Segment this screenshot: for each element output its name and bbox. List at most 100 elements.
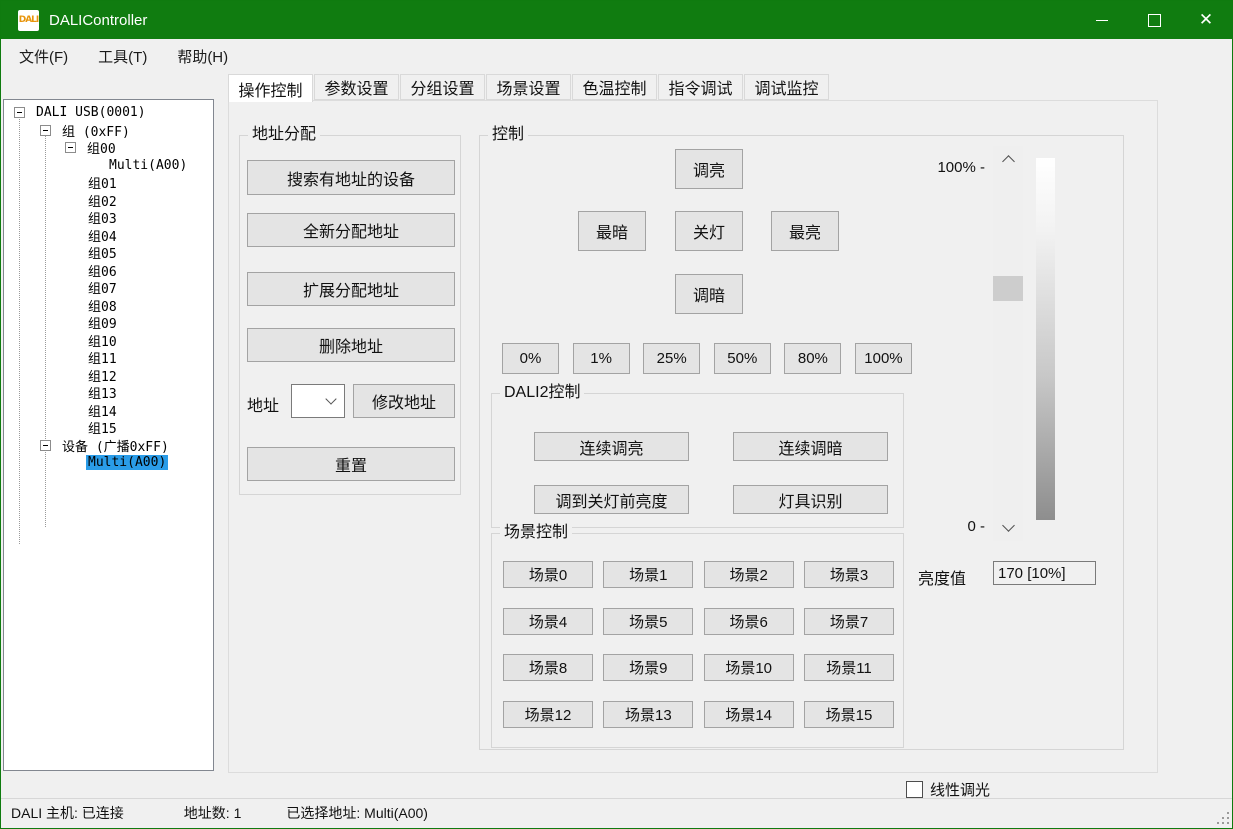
tree-item-group04[interactable]: 组04 [4,227,213,245]
collapse-icon[interactable] [14,107,25,118]
tree-item-label[interactable]: 组00 [85,138,118,157]
collapse-icon[interactable] [65,142,76,153]
tab-scene-settings[interactable]: 场景设置 [486,74,571,100]
scene-10-button[interactable]: 场景10 [704,654,794,681]
tree-item-dali-usb[interactable]: DALI USB(0001) [4,104,213,122]
brightest-button[interactable]: 最亮 [771,211,839,251]
brightness-scrollbar[interactable] [993,146,1023,541]
continuous-brighten-button[interactable]: 连续调亮 [534,432,689,461]
scroll-up-button[interactable] [993,146,1023,173]
tree-item-devices-broadcast[interactable]: 设备 (广播0xFF) [4,437,213,455]
tree-item-group09[interactable]: 组09 [4,314,213,332]
tree-item-label[interactable]: 设备 (广播0xFF) [60,436,171,455]
delete-address-button[interactable]: 删除地址 [247,328,455,362]
collapse-icon[interactable] [40,125,51,136]
maximize-button[interactable] [1128,1,1180,39]
menu-file[interactable]: 文件(F) [7,40,80,73]
menu-tools[interactable]: 工具(T) [86,40,159,73]
scene-15-button[interactable]: 场景15 [804,701,894,728]
tree-item-group13[interactable]: 组13 [4,384,213,402]
tree-item-group11[interactable]: 组11 [4,349,213,367]
scene-14-button[interactable]: 场景14 [704,701,794,728]
search-addressed-devices-button[interactable]: 搜索有地址的设备 [247,160,455,195]
scene-3-button[interactable]: 场景3 [804,561,894,588]
tree-item-group-root[interactable]: 组 (0xFF) [4,122,213,140]
tree-item-group12[interactable]: 组12 [4,367,213,385]
tree-item-label[interactable]: 组02 [86,191,119,210]
close-button[interactable]: ✕ [1180,1,1232,39]
percent-1-button[interactable]: 1% [573,343,630,374]
minimize-button[interactable] [1076,1,1128,39]
scene-6-button[interactable]: 场景6 [704,608,794,635]
recall-last-level-button[interactable]: 调到关灯前亮度 [534,485,689,514]
address-combobox[interactable] [291,384,345,418]
tree-item-label[interactable]: 组15 [86,418,119,437]
scene-1-button[interactable]: 场景1 [603,561,693,588]
tree-item-label[interactable]: 组05 [86,243,119,262]
tree-item-label[interactable]: 组07 [86,278,119,297]
tree-item-group00[interactable]: 组00 [4,139,213,157]
tree-item-label[interactable]: 组04 [86,226,119,245]
lamp-off-button[interactable]: 关灯 [675,211,743,251]
tree-item-label[interactable]: 组14 [86,401,119,420]
tab-color-temp-control[interactable]: 色温控制 [572,74,657,100]
tab-grouping-settings[interactable]: 分组设置 [400,74,485,100]
tree-item-multi-a00[interactable]: Multi(A00) [4,157,213,175]
tree-item-label[interactable]: Multi(A00) [107,158,189,173]
tree-item-label[interactable]: 组08 [86,296,119,315]
modify-address-button[interactable]: 修改地址 [353,384,455,418]
scrollbar-thumb[interactable] [993,276,1023,301]
tree-item-group14[interactable]: 组14 [4,402,213,420]
percent-0-button[interactable]: 0% [502,343,559,374]
tree-item-label[interactable]: Multi(A00) [86,455,168,470]
scene-5-button[interactable]: 场景5 [603,608,693,635]
brightness-value-field[interactable]: 170 [10%] [993,561,1096,585]
tree-item-label[interactable]: DALI USB(0001) [34,105,148,120]
tree-item-group07[interactable]: 组07 [4,279,213,297]
percent-80-button[interactable]: 80% [784,343,841,374]
tab-parameter-settings[interactable]: 参数设置 [314,74,399,100]
dim-button[interactable]: 调暗 [675,274,743,314]
tree-item-group15[interactable]: 组15 [4,419,213,437]
tree-item-group01[interactable]: 组01 [4,174,213,192]
luminaire-identify-button[interactable]: 灯具识别 [733,485,888,514]
tree-item-label[interactable]: 组13 [86,383,119,402]
scene-7-button[interactable]: 场景7 [804,608,894,635]
scene-13-button[interactable]: 场景13 [603,701,693,728]
tree-item-group10[interactable]: 组10 [4,332,213,350]
tree-item-group06[interactable]: 组06 [4,262,213,280]
tree-item-multi-a00-selected[interactable]: Multi(A00) [4,454,213,472]
scene-11-button[interactable]: 场景11 [804,654,894,681]
tree-item-label[interactable]: 组11 [86,348,119,367]
resize-grip[interactable] [1217,812,1229,824]
tab-operation-control[interactable]: 操作控制 [228,74,313,102]
extend-assign-addresses-button[interactable]: 扩展分配地址 [247,272,455,306]
scene-9-button[interactable]: 场景9 [603,654,693,681]
brighten-button[interactable]: 调亮 [675,149,743,189]
tree-item-group05[interactable]: 组05 [4,244,213,262]
percent-25-button[interactable]: 25% [643,343,700,374]
scene-8-button[interactable]: 场景8 [503,654,593,681]
tree-item-label[interactable]: 组 (0xFF) [60,121,132,140]
scroll-down-button[interactable] [993,514,1023,541]
assign-new-addresses-button[interactable]: 全新分配地址 [247,213,455,247]
tree-item-label[interactable]: 组06 [86,261,119,280]
tree-item-label[interactable]: 组03 [86,208,119,227]
tree-item-label[interactable]: 组10 [86,331,119,350]
scene-4-button[interactable]: 场景4 [503,608,593,635]
collapse-icon[interactable] [40,440,51,451]
tree-item-label[interactable]: 组09 [86,313,119,332]
menu-help[interactable]: 帮助(H) [165,40,240,73]
tab-debug-monitor[interactable]: 调试监控 [744,74,829,100]
tree-item-group08[interactable]: 组08 [4,297,213,315]
percent-100-button[interactable]: 100% [855,343,912,374]
tree-item-group02[interactable]: 组02 [4,192,213,210]
tree-item-group03[interactable]: 组03 [4,209,213,227]
percent-50-button[interactable]: 50% [714,343,771,374]
scene-12-button[interactable]: 场景12 [503,701,593,728]
scene-2-button[interactable]: 场景2 [704,561,794,588]
tab-command-debug[interactable]: 指令调试 [658,74,743,100]
dimmest-button[interactable]: 最暗 [578,211,646,251]
continuous-dim-button[interactable]: 连续调暗 [733,432,888,461]
linear-dimming-checkbox[interactable] [906,781,923,798]
